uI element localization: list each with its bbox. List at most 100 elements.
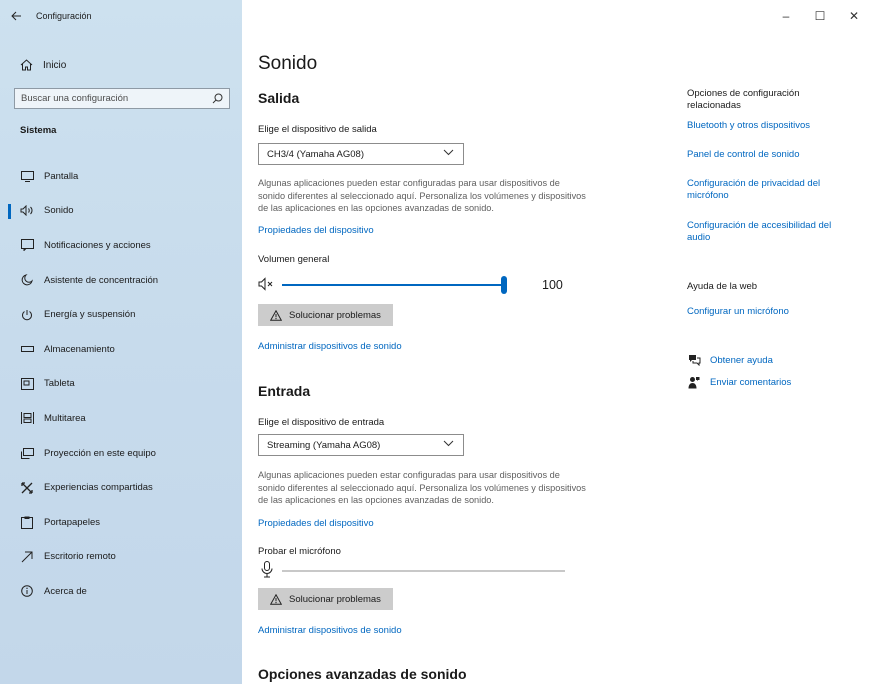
nav-home-label: Inicio	[43, 59, 67, 71]
button-label: Solucionar problemas	[289, 309, 381, 321]
maximize-button[interactable]: ☐	[803, 0, 837, 32]
input-device-value: Streaming (Yamaha AG08)	[267, 439, 381, 451]
window-controls: – ☐ ✕	[769, 0, 871, 32]
sidebar-item-energia[interactable]: Energía y suspensión	[0, 297, 242, 332]
get-help-link[interactable]: Obtener ayuda	[687, 353, 773, 367]
home-icon	[20, 59, 33, 71]
sound-control-panel-link[interactable]: Panel de control de sonido	[687, 149, 852, 161]
sidebar-item-label: Escritorio remoto	[44, 551, 116, 563]
feedback-label: Enviar comentarios	[710, 376, 792, 388]
sidebar-item-sonido[interactable]: Sonido	[0, 194, 242, 229]
sidebar-item-escritorio-remoto[interactable]: Escritorio remoto	[0, 540, 242, 575]
mic-level-meter	[258, 561, 578, 579]
section-label: Sistema	[20, 125, 57, 136]
mic-level-track	[282, 570, 565, 572]
sidebar-item-acerca-de[interactable]: Acerca de	[0, 574, 242, 609]
arrow-left-icon	[10, 11, 21, 21]
tablet-icon	[20, 377, 34, 391]
output-description: Algunas aplicaciones pueden estar config…	[258, 178, 586, 213]
sidebar-item-multitarea[interactable]: Multitarea	[0, 401, 242, 436]
chat-help-icon	[687, 353, 701, 367]
sidebar-item-notificaciones[interactable]: Notificaciones y acciones	[0, 228, 242, 263]
input-heading: Entrada	[258, 383, 311, 399]
sidebar: Configuración Inicio Sistema Pantalla So…	[0, 0, 242, 684]
sidebar-item-experiencias[interactable]: Experiencias compartidas	[0, 470, 242, 505]
web-help-heading: Ayuda de la web	[687, 281, 758, 292]
app-title: Configuración	[36, 11, 92, 21]
speaker-muted-icon[interactable]	[258, 277, 276, 291]
advanced-sound-heading: Opciones avanzadas de sonido	[258, 666, 467, 682]
nav-list: Pantalla Sonido Notificaciones y accione…	[0, 159, 242, 609]
output-troubleshoot-button[interactable]: Solucionar problemas	[258, 304, 393, 326]
sidebar-item-label: Multitarea	[44, 412, 86, 424]
volume-slider-track[interactable]	[282, 284, 504, 286]
button-label: Solucionar problemas	[289, 593, 381, 605]
volume-control: 100	[258, 276, 578, 294]
warning-icon	[270, 309, 283, 321]
sidebar-item-label: Tableta	[44, 378, 75, 390]
feedback-icon	[687, 375, 701, 389]
clipboard-icon	[20, 515, 34, 529]
sidebar-item-almacenamiento[interactable]: Almacenamiento	[0, 332, 242, 367]
volume-label: Volumen general	[258, 254, 330, 265]
page-title: Sonido	[258, 53, 318, 74]
sidebar-item-label: Sonido	[44, 205, 74, 217]
mic-privacy-link[interactable]: Configuración de privacidad del micrófon…	[687, 178, 852, 202]
audio-accessibility-link[interactable]: Configuración de accesibilidad del audio	[687, 220, 852, 244]
shared-icon	[20, 481, 34, 495]
output-properties-link[interactable]: Propiedades del dispositivo	[258, 225, 374, 236]
close-button[interactable]: ✕	[837, 0, 871, 32]
sidebar-item-label: Energía y suspensión	[44, 309, 136, 321]
input-device-label: Elige el dispositivo de entrada	[258, 417, 385, 428]
volume-value: 100	[542, 278, 563, 292]
remote-desktop-icon	[20, 550, 34, 564]
nav-home[interactable]: Inicio	[0, 52, 242, 78]
output-device-label: Elige el dispositivo de salida	[258, 124, 377, 135]
sidebar-item-label: Notificaciones y acciones	[44, 239, 151, 251]
bluetooth-link[interactable]: Bluetooth y otros dispositivos	[687, 120, 852, 132]
search-box[interactable]	[14, 88, 230, 109]
chevron-down-icon	[443, 149, 454, 156]
setup-mic-link[interactable]: Configurar un micrófono	[687, 306, 852, 318]
info-icon	[20, 584, 34, 598]
input-manage-devices-link[interactable]: Administrar dispositivos de sonido	[258, 625, 402, 636]
speaker-icon	[20, 204, 34, 218]
minimize-button[interactable]: –	[769, 0, 803, 32]
back-button[interactable]	[0, 0, 32, 32]
input-device-dropdown[interactable]: Streaming (Yamaha AG08)	[258, 434, 464, 456]
sidebar-item-proyeccion[interactable]: Proyección en este equipo	[0, 436, 242, 471]
output-device-dropdown[interactable]: CH3/4 (Yamaha AG08)	[258, 143, 464, 165]
microphone-icon	[261, 561, 273, 578]
sidebar-item-label: Acerca de	[44, 585, 87, 597]
title-bar: Configuración	[0, 0, 242, 32]
chevron-down-icon	[443, 440, 454, 447]
search-icon	[212, 93, 223, 104]
sidebar-item-pantalla[interactable]: Pantalla	[0, 159, 242, 194]
output-manage-devices-link[interactable]: Administrar dispositivos de sonido	[258, 341, 402, 352]
sidebar-item-tableta[interactable]: Tableta	[0, 367, 242, 402]
warning-icon	[270, 593, 283, 605]
send-feedback-link[interactable]: Enviar comentarios	[687, 375, 791, 389]
input-troubleshoot-button[interactable]: Solucionar problemas	[258, 588, 393, 610]
input-properties-link[interactable]: Propiedades del dispositivo	[258, 518, 374, 529]
multitask-icon	[20, 411, 34, 425]
sidebar-item-label: Almacenamiento	[44, 343, 115, 355]
sidebar-item-label: Portapapeles	[44, 516, 100, 528]
sidebar-item-label: Asistente de concentración	[44, 274, 159, 286]
projection-icon	[20, 446, 34, 460]
output-heading: Salida	[258, 90, 300, 106]
mic-test-label: Probar el micrófono	[258, 546, 341, 557]
volume-slider-thumb[interactable]	[501, 276, 507, 294]
sidebar-item-label: Pantalla	[44, 170, 79, 182]
sidebar-item-portapapeles[interactable]: Portapapeles	[0, 505, 242, 540]
sidebar-item-label: Experiencias compartidas	[44, 482, 153, 494]
sidebar-item-concentracion[interactable]: Asistente de concentración	[0, 263, 242, 298]
sidebar-item-label: Proyección en este equipo	[44, 447, 156, 459]
output-device-value: CH3/4 (Yamaha AG08)	[267, 148, 364, 160]
input-description: Algunas aplicaciones pueden estar config…	[258, 470, 586, 505]
search-input[interactable]	[21, 93, 211, 104]
related-heading: Opciones de configuración relacionadas	[687, 88, 800, 111]
notification-icon	[20, 238, 34, 252]
monitor-icon	[20, 169, 34, 183]
power-icon	[20, 308, 34, 322]
